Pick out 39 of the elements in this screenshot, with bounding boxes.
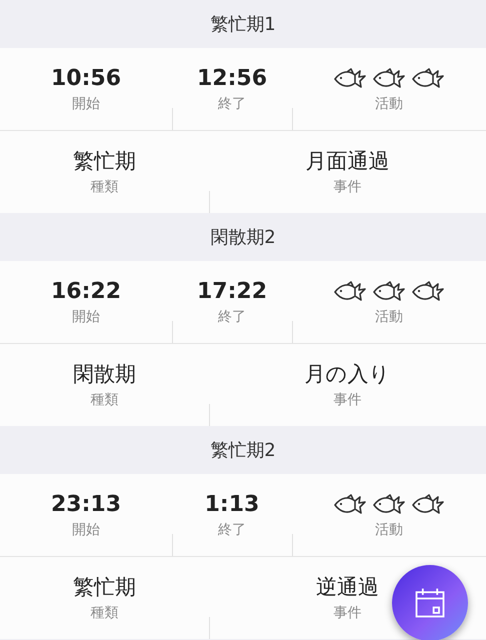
end-time: 17:22 — [196, 278, 268, 306]
fish-icon — [333, 68, 367, 90]
start-time: 23:13 — [50, 490, 122, 519]
event-label: 事件 — [334, 604, 362, 622]
start-label: 開始 — [72, 308, 100, 326]
event-value: 月の入り — [304, 361, 390, 388]
activity-label: 活動 — [375, 95, 403, 113]
fish-icon — [411, 281, 445, 303]
end-label: 終了 — [218, 95, 246, 114]
type-label: 種類 — [90, 178, 118, 196]
fish-icon — [333, 494, 367, 516]
start-time: 10:56 — [50, 64, 122, 93]
type-value: 閑散期 — [73, 361, 136, 388]
type-label: 種類 — [90, 604, 118, 622]
fish-icon — [333, 281, 367, 303]
end-label: 終了 — [218, 308, 246, 326]
fish-icon — [411, 68, 445, 90]
event-value: 逆通過 — [316, 574, 379, 602]
type-value: 繁忙期 — [73, 574, 136, 602]
event-label: 事件 — [334, 178, 362, 196]
fish-icon — [411, 494, 445, 516]
section-header: 繁忙期1 — [209, 13, 277, 37]
end-time: 12:56 — [196, 64, 268, 93]
activity-label: 活動 — [375, 308, 403, 326]
fish-icon — [372, 281, 406, 303]
end-time: 1:13 — [204, 490, 260, 519]
end-label: 終了 — [218, 521, 246, 540]
section-header: 繁忙期2 — [209, 439, 277, 463]
fish-icon — [372, 68, 406, 90]
start-label: 開始 — [72, 95, 100, 114]
start-time: 16:22 — [50, 278, 122, 306]
fish-icon — [372, 494, 406, 516]
type-value: 繁忙期 — [73, 148, 136, 176]
start-label: 開始 — [72, 521, 100, 540]
activity-label: 活動 — [375, 521, 403, 539]
event-value: 月面通過 — [306, 148, 390, 176]
section-header: 閑散期2 — [209, 226, 277, 250]
type-label: 種類 — [90, 390, 118, 409]
event-label: 事件 — [334, 390, 362, 409]
